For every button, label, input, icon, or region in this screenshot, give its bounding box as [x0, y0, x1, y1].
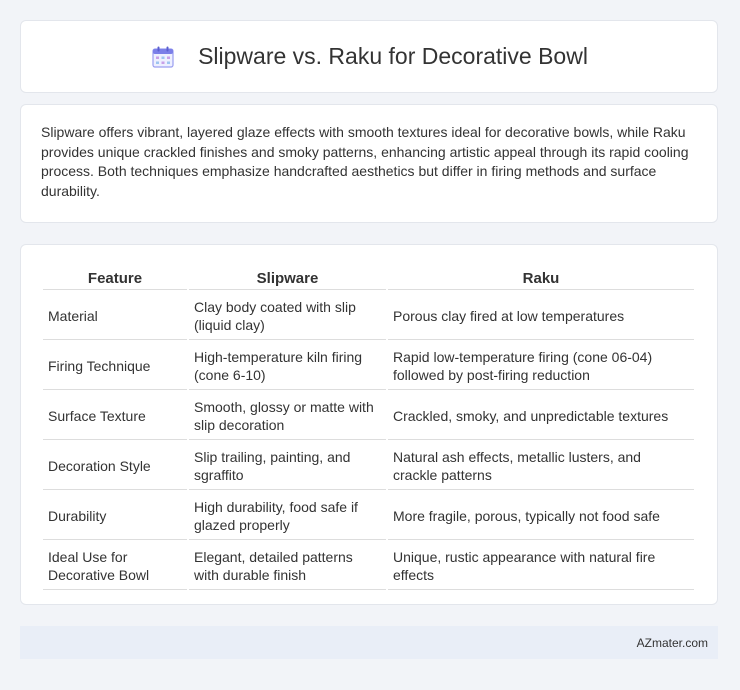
raku-cell: Unique, rustic appearance with natural f…	[388, 542, 694, 590]
title-card: Slipware vs. Raku for Decorative Bowl	[20, 20, 718, 93]
comparison-card: Feature Slipware Raku Material Clay body…	[20, 244, 718, 605]
table-row: Ideal Use for Decorative Bowl Elegant, d…	[43, 542, 694, 590]
feature-cell: Durability	[43, 492, 187, 540]
slipware-cell: High durability, food safe if glazed pro…	[189, 492, 386, 540]
table-row: Firing Technique High-temperature kiln f…	[43, 342, 694, 390]
feature-cell: Decoration Style	[43, 442, 187, 490]
slipware-cell: Slip trailing, painting, and sgraffito	[189, 442, 386, 490]
summary-text: Slipware offers vibrant, layered glaze e…	[41, 124, 689, 199]
slipware-cell: Elegant, detailed patterns with durable …	[189, 542, 386, 590]
comparison-table: Feature Slipware Raku Material Clay body…	[41, 265, 696, 592]
raku-cell: Natural ash effects, metallic lusters, a…	[388, 442, 694, 490]
raku-cell: Porous clay fired at low temperatures	[388, 292, 694, 340]
table-header-row: Feature Slipware Raku	[43, 267, 694, 290]
slipware-cell: High-temperature kiln firing (cone 6-10)	[189, 342, 386, 390]
page-title: Slipware vs. Raku for Decorative Bowl	[150, 43, 588, 70]
feature-cell: Material	[43, 292, 187, 340]
column-header-slipware: Slipware	[189, 267, 386, 290]
feature-cell: Surface Texture	[43, 392, 187, 440]
raku-cell: Crackled, smoky, and unpredictable textu…	[388, 392, 694, 440]
raku-cell: More fragile, porous, typically not food…	[388, 492, 694, 540]
column-header-feature: Feature	[43, 267, 187, 290]
table-row: Material Clay body coated with slip (liq…	[43, 292, 694, 340]
calendar-icon	[150, 44, 176, 70]
column-header-raku: Raku	[388, 267, 694, 290]
slipware-cell: Clay body coated with slip (liquid clay)	[189, 292, 386, 340]
feature-cell: Ideal Use for Decorative Bowl	[43, 542, 187, 590]
footer: AZmater.com	[20, 626, 718, 659]
table-row: Surface Texture Smooth, glossy or matte …	[43, 392, 694, 440]
summary-card: Slipware offers vibrant, layered glaze e…	[20, 104, 718, 223]
footer-brand: AZmater.com	[636, 635, 708, 650]
raku-cell: Rapid low-temperature firing (cone 06-04…	[388, 342, 694, 390]
table-row: Decoration Style Slip trailing, painting…	[43, 442, 694, 490]
page-title-text: Slipware vs. Raku for Decorative Bowl	[198, 43, 588, 69]
feature-cell: Firing Technique	[43, 342, 187, 390]
slipware-cell: Smooth, glossy or matte with slip decora…	[189, 392, 386, 440]
table-row: Durability High durability, food safe if…	[43, 492, 694, 540]
